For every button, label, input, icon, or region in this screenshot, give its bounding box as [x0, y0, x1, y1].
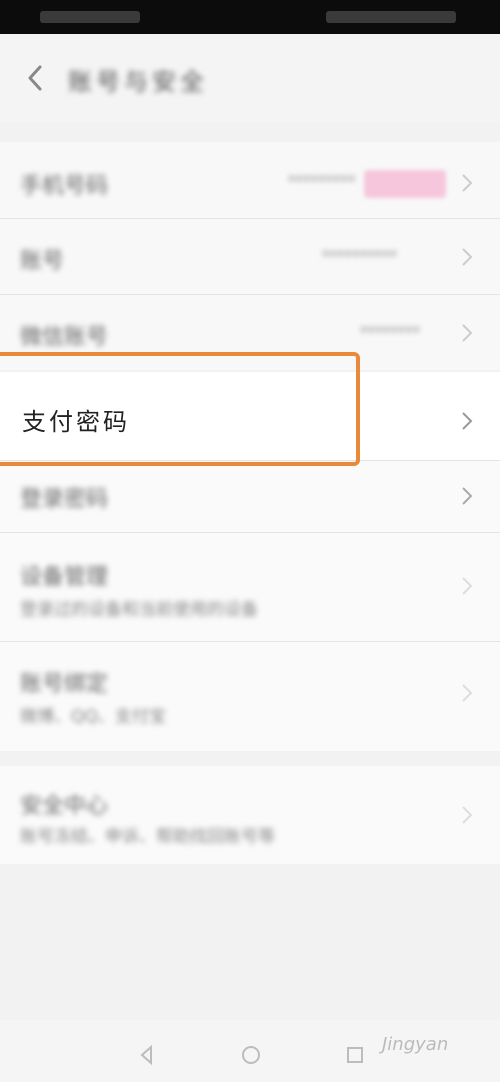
- watermark: Jingyan: [382, 1034, 449, 1055]
- chevron-right-icon: [460, 485, 474, 507]
- chevron-right-icon: [460, 682, 474, 704]
- wechat-value: ********: [360, 323, 420, 341]
- vip-badge: [364, 170, 446, 198]
- security-center-label: 安全中心: [20, 794, 109, 819]
- login-password-row[interactable]: 登录密码: [0, 461, 500, 531]
- header: 账号与安全: [0, 34, 500, 122]
- nav-home-icon[interactable]: [240, 1044, 262, 1066]
- device-desc: 登录过的设备和当前使用的设备: [20, 600, 258, 620]
- bind-label: 账号绑定: [20, 672, 109, 697]
- status-indicators: [326, 11, 456, 23]
- device-row[interactable]: 设备管理 登录过的设备和当前使用的设备: [0, 533, 500, 641]
- chevron-right-icon: [460, 804, 474, 826]
- phone-value: *********: [288, 172, 356, 190]
- chevron-right-icon: [460, 172, 474, 194]
- account-label: 账号: [20, 249, 65, 274]
- phone-label: 手机号码: [20, 174, 109, 199]
- wechat-label: 微信账号: [20, 325, 109, 350]
- highlight-box: [0, 352, 360, 466]
- status-carrier: [40, 11, 140, 23]
- status-bar: [0, 0, 500, 34]
- security-center-row[interactable]: 安全中心 账号冻结、申诉、帮助找回账号等: [0, 766, 500, 864]
- bind-desc: 微博、QQ、支付宝: [20, 707, 166, 727]
- nav-back-icon[interactable]: [136, 1044, 158, 1066]
- account-value: **********: [322, 247, 397, 265]
- nav-recent-icon[interactable]: [344, 1044, 366, 1066]
- chevron-right-icon[interactable]: [460, 410, 474, 432]
- back-icon[interactable]: [24, 64, 48, 92]
- chevron-right-icon: [460, 246, 474, 268]
- login-password-label: 登录密码: [20, 487, 109, 512]
- security-center-desc: 账号冻结、申诉、帮助找回账号等: [20, 827, 275, 847]
- page-title: 账号与安全: [68, 68, 208, 94]
- bind-row[interactable]: 账号绑定 微博、QQ、支付宝: [0, 642, 500, 750]
- chevron-right-icon: [460, 575, 474, 597]
- device-label: 设备管理: [20, 565, 109, 590]
- chevron-right-icon: [460, 322, 474, 344]
- account-row[interactable]: 账号 **********: [0, 219, 500, 293]
